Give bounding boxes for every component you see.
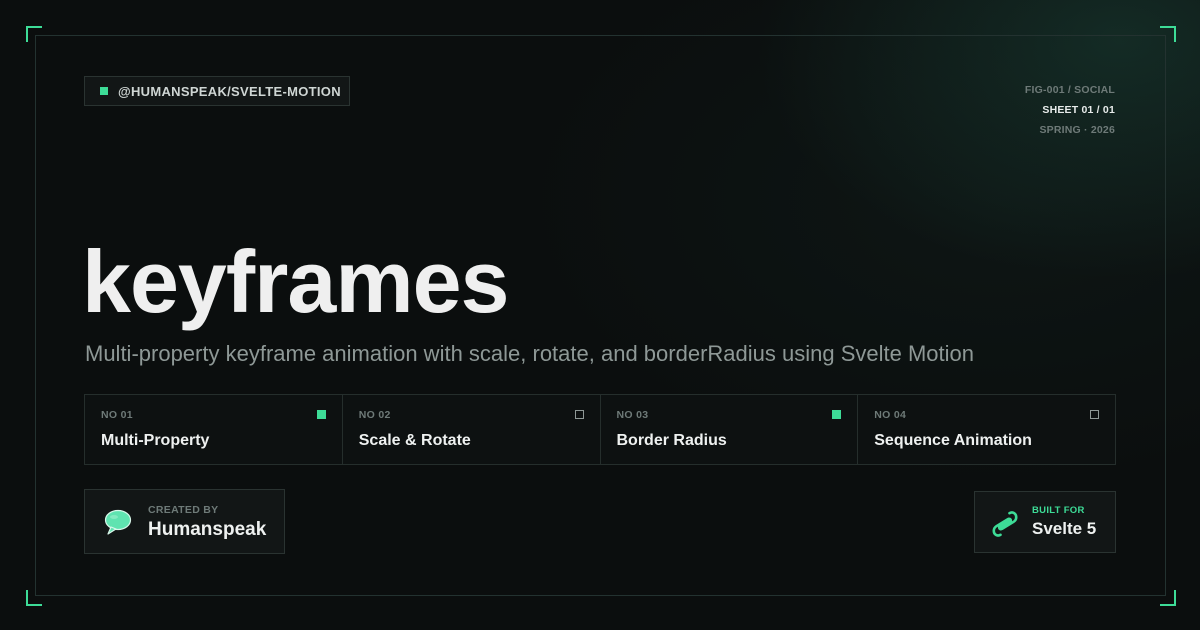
feature-name: Border Radius (616, 432, 727, 449)
feature-name: Multi-Property (101, 432, 210, 449)
creator-card[interactable]: CREATED BY Humanspeak (84, 489, 285, 554)
svelte-logo-icon (992, 511, 1018, 537)
feature-item: NO 04 Sequence Animation (858, 395, 1115, 464)
feature-number: NO 01 (101, 409, 133, 421)
corner-mark-bottom-right (1160, 590, 1176, 606)
package-name: @HUMANSPEAK/SVELTE-MOTION (118, 83, 341, 99)
creator-name: Humanspeak (148, 519, 267, 540)
speech-bubble-icon (104, 509, 132, 535)
feature-number: NO 04 (874, 409, 907, 421)
feature-item: NO 03 Border Radius (601, 395, 859, 464)
built-for-card[interactable]: BUILT FOR Svelte 5 (974, 491, 1116, 553)
corner-mark-top-left (26, 26, 42, 42)
sheet-label: SHEET 01 / 01 (1042, 104, 1115, 116)
creator-label: CREATED BY (148, 504, 219, 516)
outline-square-icon (1090, 410, 1099, 419)
feature-number: NO 02 (358, 409, 391, 421)
feature-number: NO 03 (616, 409, 649, 421)
package-badge: @HUMANSPEAK/SVELTE-MOTION (84, 76, 350, 106)
feature-item: NO 01 Multi-Property (85, 395, 343, 464)
square-bullet-icon (100, 87, 108, 95)
season-label: SPRING · 2026 (1039, 124, 1115, 136)
outline-square-icon (574, 410, 584, 419)
page-title: keyframes (82, 232, 509, 331)
feature-item: NO 02 Scale & Rotate (343, 395, 601, 464)
corner-mark-bottom-left (26, 590, 42, 606)
feature-name: Sequence Animation (874, 432, 1032, 449)
filled-square-icon (316, 410, 326, 419)
feature-list: NO 01 Multi-Property NO 02 Scale & Rotat… (84, 394, 1116, 465)
corner-mark-top-right (1160, 26, 1176, 42)
built-for-label: BUILT FOR (1032, 505, 1085, 516)
fig-label: FIG-001 / SOCIAL (1024, 84, 1115, 96)
built-for-name: Svelte 5 (1032, 519, 1097, 538)
page-subtitle: Multi-property keyframe animation with s… (85, 341, 974, 366)
sheet-meta: FIG-001 / SOCIAL SHEET 01 / 01 SPRING · … (1025, 80, 1115, 140)
filled-square-icon (832, 410, 842, 419)
feature-name: Scale & Rotate (358, 432, 471, 449)
